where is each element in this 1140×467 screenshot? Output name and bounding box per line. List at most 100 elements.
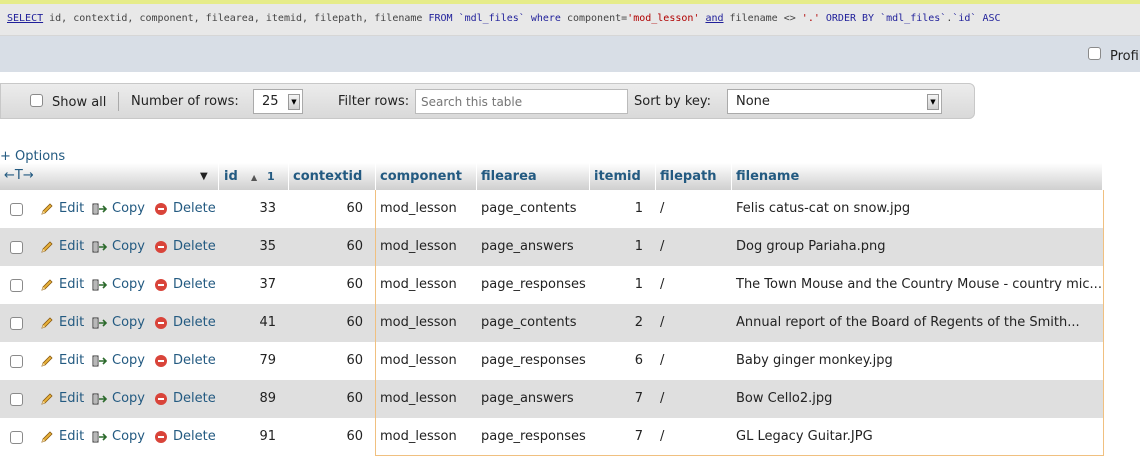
edit-link[interactable]: Edit bbox=[59, 391, 84, 406]
rows-select[interactable]: 25 ▼ bbox=[253, 89, 303, 114]
row-select-checkbox[interactable] bbox=[10, 355, 23, 368]
cell-id[interactable]: 35 bbox=[219, 239, 276, 254]
delete-link[interactable]: Delete bbox=[173, 201, 216, 216]
delete-link[interactable]: Delete bbox=[173, 277, 216, 292]
delete-link[interactable]: Delete bbox=[173, 391, 216, 406]
header-filename-label[interactable]: filename bbox=[736, 169, 799, 184]
cell-itemid[interactable]: 7 bbox=[590, 429, 643, 444]
cell-filearea[interactable]: page_responses bbox=[481, 353, 586, 368]
cell-filename[interactable]: Baby ginger monkey.jpg bbox=[736, 353, 893, 368]
cell-filepath[interactable]: / bbox=[660, 201, 664, 216]
pencil-icon[interactable] bbox=[40, 278, 54, 292]
delete-icon[interactable] bbox=[155, 279, 167, 291]
cell-id[interactable]: 79 bbox=[219, 353, 276, 368]
cell-contextid[interactable]: 60 bbox=[289, 353, 363, 368]
cell-component[interactable]: mod_lesson bbox=[380, 239, 457, 254]
pencil-icon[interactable] bbox=[40, 392, 54, 406]
edit-link[interactable]: Edit bbox=[59, 201, 84, 216]
cell-itemid[interactable]: 7 bbox=[590, 391, 643, 406]
cell-filearea[interactable]: page_responses bbox=[481, 429, 586, 444]
row-select-checkbox[interactable] bbox=[10, 279, 23, 292]
cell-filearea[interactable]: page_responses bbox=[481, 277, 586, 292]
cell-filepath[interactable]: / bbox=[660, 315, 664, 330]
cell-filename[interactable]: Dog group Pariaha.png bbox=[736, 239, 885, 254]
cell-filepath[interactable]: / bbox=[660, 429, 664, 444]
pencil-icon[interactable] bbox=[40, 240, 54, 254]
cell-filename[interactable]: Bow Cello2.jpg bbox=[736, 391, 832, 406]
delete-link[interactable]: Delete bbox=[173, 353, 216, 368]
show-all-label[interactable]: Show all bbox=[52, 95, 106, 110]
cell-filepath[interactable]: / bbox=[660, 391, 664, 406]
copy-icon[interactable] bbox=[92, 392, 108, 406]
copy-link[interactable]: Copy bbox=[112, 353, 145, 368]
copy-icon[interactable] bbox=[92, 430, 108, 444]
cell-component[interactable]: mod_lesson bbox=[380, 201, 457, 216]
cell-id[interactable]: 89 bbox=[219, 391, 276, 406]
cell-filearea[interactable]: page_contents bbox=[481, 315, 577, 330]
header-contextid-label[interactable]: contextid bbox=[293, 169, 362, 184]
cell-filearea[interactable]: page_answers bbox=[481, 239, 574, 254]
sql-keyword[interactable]: SELECT bbox=[7, 13, 43, 24]
row-select-checkbox[interactable] bbox=[10, 431, 23, 444]
copy-link[interactable]: Copy bbox=[112, 277, 145, 292]
cell-contextid[interactable]: 60 bbox=[289, 391, 363, 406]
row-select-checkbox[interactable] bbox=[10, 203, 23, 216]
copy-icon[interactable] bbox=[92, 316, 108, 330]
options-link[interactable]: + Options bbox=[0, 149, 65, 164]
pencil-icon[interactable] bbox=[40, 430, 54, 444]
delete-link[interactable]: Delete bbox=[173, 429, 216, 444]
header-contextid[interactable]: contextid bbox=[289, 163, 376, 190]
cell-filearea[interactable]: page_answers bbox=[481, 391, 574, 406]
copy-icon[interactable] bbox=[92, 354, 108, 368]
cell-component[interactable]: mod_lesson bbox=[380, 391, 457, 406]
delete-icon[interactable] bbox=[155, 203, 167, 215]
copy-icon[interactable] bbox=[92, 278, 108, 292]
cell-contextid[interactable]: 60 bbox=[289, 429, 363, 444]
edit-link[interactable]: Edit bbox=[59, 239, 84, 254]
copy-link[interactable]: Copy bbox=[112, 201, 145, 216]
header-id[interactable]: id ▲ 1 bbox=[219, 163, 289, 190]
cell-id[interactable]: 41 bbox=[219, 315, 276, 330]
cell-component[interactable]: mod_lesson bbox=[380, 277, 457, 292]
cell-filepath[interactable]: / bbox=[660, 277, 664, 292]
show-all-checkbox[interactable] bbox=[30, 94, 43, 107]
delete-link[interactable]: Delete bbox=[173, 239, 216, 254]
dropdown-triangle-icon[interactable]: ▼ bbox=[200, 171, 208, 182]
delete-icon[interactable] bbox=[155, 431, 167, 443]
column-arrows-icon[interactable]: ←T→ bbox=[4, 168, 34, 183]
copy-link[interactable]: Copy bbox=[112, 429, 145, 444]
edit-link[interactable]: Edit bbox=[59, 277, 84, 292]
pencil-icon[interactable] bbox=[40, 202, 54, 216]
row-select-checkbox[interactable] bbox=[10, 317, 23, 330]
copy-icon[interactable] bbox=[92, 202, 108, 216]
header-component[interactable]: component bbox=[376, 163, 477, 190]
cell-itemid[interactable]: 2 bbox=[590, 315, 643, 330]
copy-icon[interactable] bbox=[92, 240, 108, 254]
row-select-checkbox[interactable] bbox=[10, 241, 23, 254]
cell-filepath[interactable]: / bbox=[660, 239, 664, 254]
cell-filename[interactable]: GL Legacy Guitar.JPG bbox=[736, 429, 873, 444]
cell-contextid[interactable]: 60 bbox=[289, 315, 363, 330]
header-filepath[interactable]: filepath bbox=[656, 163, 732, 190]
header-filearea[interactable]: filearea bbox=[477, 163, 590, 190]
pencil-icon[interactable] bbox=[40, 354, 54, 368]
cell-filename[interactable]: Annual report of the Board of Regents of… bbox=[736, 315, 1080, 330]
cell-itemid[interactable]: 1 bbox=[590, 277, 643, 292]
pencil-icon[interactable] bbox=[40, 316, 54, 330]
header-filename[interactable]: filename bbox=[732, 163, 1103, 190]
cell-filearea[interactable]: page_contents bbox=[481, 201, 577, 216]
header-component-label[interactable]: component bbox=[380, 169, 462, 184]
header-itemid[interactable]: itemid bbox=[590, 163, 656, 190]
edit-link[interactable]: Edit bbox=[59, 353, 84, 368]
sql-keyword[interactable]: and bbox=[705, 13, 723, 24]
cell-id[interactable]: 37 bbox=[219, 277, 276, 292]
sort-select[interactable]: None ▼ bbox=[727, 89, 942, 114]
cell-component[interactable]: mod_lesson bbox=[380, 353, 457, 368]
profiling-checkbox[interactable] bbox=[1088, 47, 1101, 60]
copy-link[interactable]: Copy bbox=[112, 239, 145, 254]
cell-itemid[interactable]: 1 bbox=[590, 239, 643, 254]
header-filepath-label[interactable]: filepath bbox=[660, 169, 716, 184]
cell-contextid[interactable]: 60 bbox=[289, 277, 363, 292]
cell-filename[interactable]: The Town Mouse and the Country Mouse - c… bbox=[736, 277, 1102, 292]
delete-icon[interactable] bbox=[155, 317, 167, 329]
